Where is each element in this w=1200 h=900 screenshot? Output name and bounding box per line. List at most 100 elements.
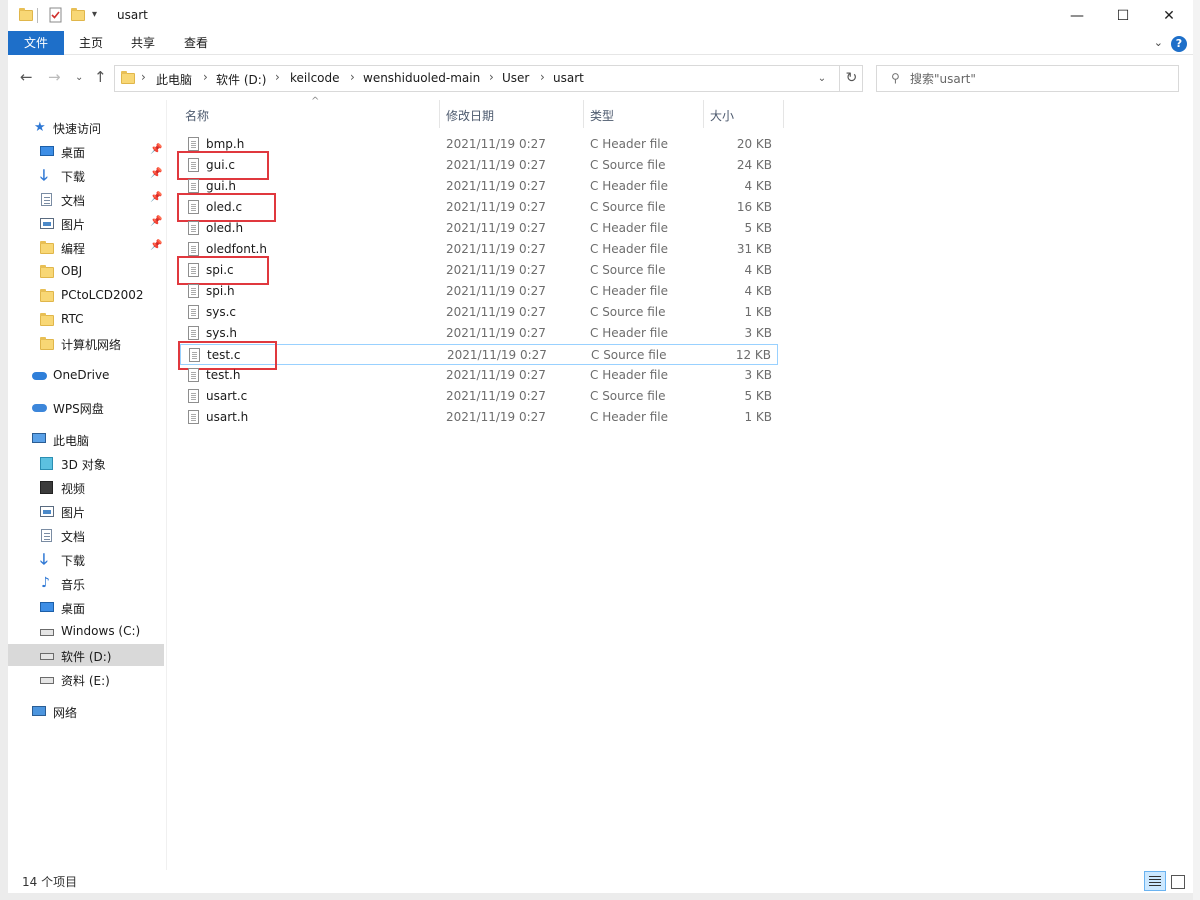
column-header-date[interactable]: 修改日期 <box>446 107 494 124</box>
breadcrumb-keilcode[interactable]: keilcode <box>290 71 340 85</box>
file-row[interactable]: sys.c 2021/11/19 0:27 C Source file 1 KB <box>180 302 778 323</box>
file-row[interactable]: usart.h 2021/11/19 0:27 C Header file 1 KB <box>180 407 778 428</box>
tab-file[interactable]: 文件 <box>8 31 64 55</box>
sidebar-item-quick-access[interactable]: ★ 快速访问 <box>8 116 164 138</box>
minimize-button[interactable]: — <box>1054 0 1100 31</box>
file-date: 2021/11/19 0:27 <box>446 158 546 172</box>
sidebar-item-this-pc[interactable]: 此电脑 <box>8 428 164 450</box>
breadcrumb-usart[interactable]: usart <box>553 71 584 85</box>
sidebar-item-pc-pictures[interactable]: 图片 <box>8 500 164 522</box>
file-row[interactable]: spi.h 2021/11/19 0:27 C Header file 4 KB <box>180 281 778 302</box>
file-name: oled.h <box>206 221 244 235</box>
breadcrumb-separator[interactable]: › <box>203 70 208 84</box>
breadcrumb-drive-d[interactable]: 软件 (D:) <box>216 71 266 88</box>
breadcrumb-this-pc[interactable]: 此电脑 <box>156 71 192 88</box>
file-row[interactable]: spi.c 2021/11/19 0:27 C Source file 4 KB <box>177 256 778 285</box>
sidebar-item-pc-documents[interactable]: 文档 <box>8 524 164 546</box>
breadcrumb-separator[interactable]: › <box>540 70 545 84</box>
column-separator[interactable] <box>583 100 584 128</box>
forward-arrow-icon[interactable]: → <box>48 68 61 86</box>
tab-home[interactable]: 主页 <box>64 31 118 55</box>
sidebar-item-pictures[interactable]: 图片 📌 <box>8 212 164 234</box>
customize-qa-icon[interactable]: ▾ <box>92 9 108 25</box>
file-row[interactable]: bmp.h 2021/11/19 0:27 C Header file 20 KB <box>180 134 778 155</box>
column-separator[interactable] <box>783 100 784 128</box>
refresh-icon[interactable]: ↻ <box>839 66 863 91</box>
sidebar-item-drive-e[interactable]: 资料 (E:) <box>8 668 164 690</box>
help-icon[interactable]: ? <box>1171 36 1187 52</box>
pin-icon[interactable]: 📌 <box>150 144 162 155</box>
breadcrumb-separator[interactable]: › <box>489 70 494 84</box>
up-arrow-icon[interactable]: ↑ <box>94 68 107 86</box>
file-type: C Source file <box>590 200 666 214</box>
file-row[interactable]: oledfont.h 2021/11/19 0:27 C Header file 31… <box>180 239 778 260</box>
sidebar-item-label: PCtoLCD2002 <box>61 288 144 302</box>
sidebar-item-label: 桌面 <box>61 602 86 616</box>
sidebar-item-music[interactable]: ♪ 音乐 <box>8 572 164 594</box>
breadcrumb-separator[interactable]: › <box>350 70 355 84</box>
properties-icon[interactable] <box>48 7 64 23</box>
new-folder-icon[interactable] <box>70 7 86 23</box>
sidebar-item-label: OneDrive <box>53 368 110 382</box>
sidebar-item-3d-objects[interactable]: 3D 对象 <box>8 452 164 474</box>
pin-icon[interactable]: 📌 <box>150 192 162 203</box>
file-size: 3 KB <box>744 326 772 340</box>
sidebar-item-label: 桌面 <box>61 146 86 160</box>
column-header-type[interactable]: 类型 <box>590 107 614 124</box>
details-view-icon[interactable] <box>1144 871 1166 891</box>
file-row[interactable]: test.h 2021/11/19 0:27 C Header file 3 KB <box>180 365 778 386</box>
expand-ribbon-chevron-icon[interactable]: ⌄ <box>1154 36 1163 49</box>
pin-icon[interactable]: 📌 <box>150 216 162 227</box>
sidebar-item-documents[interactable]: 文档 📌 <box>8 188 164 210</box>
sidebar-item-downloads[interactable]: 🡓 下载 📌 <box>8 164 164 186</box>
breadcrumb-project[interactable]: wenshiduoled-main <box>363 71 480 85</box>
item-count: 14 个项目 <box>22 875 78 889</box>
desktop-icon <box>40 146 54 156</box>
search-box[interactable]: ⚲ <box>876 65 1179 92</box>
file-type: C Header file <box>590 284 668 298</box>
tab-view[interactable]: 查看 <box>169 31 223 55</box>
large-icons-view-icon[interactable] <box>1168 872 1186 890</box>
sidebar-item-networking[interactable]: 计算机网络 <box>8 332 164 354</box>
search-input[interactable] <box>910 70 1170 88</box>
sidebar-item-pc-downloads[interactable]: 🡓 下载 <box>8 548 164 570</box>
breadcrumb-user[interactable]: User <box>502 71 529 85</box>
sidebar-item-network[interactable]: 网络 <box>8 700 164 722</box>
pin-icon[interactable]: 📌 <box>150 240 162 251</box>
column-header-name[interactable]: 名称 <box>185 107 209 124</box>
sidebar-item-drive-d[interactable]: 软件 (D:) <box>8 644 164 666</box>
file-row[interactable]: gui.c 2021/11/19 0:27 C Source file 24 KB <box>177 151 778 180</box>
pin-icon[interactable]: 📌 <box>150 168 162 179</box>
tab-share[interactable]: 共享 <box>116 31 170 55</box>
column-separator[interactable] <box>439 100 440 128</box>
sidebar-item-label: 3D 对象 <box>61 458 106 472</box>
file-row[interactable]: oled.h 2021/11/19 0:27 C Header file 5 KB <box>180 218 778 239</box>
file-row[interactable]: usart.c 2021/11/19 0:27 C Source file 5 KB <box>180 386 778 407</box>
sidebar-item-pctolcd2002[interactable]: PCtoLCD2002 <box>8 284 164 306</box>
sidebar-item-obj[interactable]: OBJ <box>8 260 164 282</box>
folder-icon[interactable] <box>18 7 34 23</box>
file-name: sys.c <box>206 305 237 319</box>
maximize-button[interactable]: ☐ <box>1100 0 1146 31</box>
sidebar-item-wps[interactable]: WPS网盘 <box>8 396 164 418</box>
file-row[interactable]: oled.c 2021/11/19 0:27 C Source file 16 KB <box>177 193 778 222</box>
address-dropdown-icon[interactable]: ⌄ <box>811 68 833 89</box>
file-row[interactable]: test.c 2021/11/19 0:27 C Source file 12 KB <box>178 341 778 370</box>
close-button[interactable]: ✕ <box>1146 0 1192 31</box>
sidebar-item-label: 快速访问 <box>53 122 102 136</box>
sidebar-item-drive-c[interactable]: Windows (C:) <box>8 620 164 642</box>
sidebar-item-videos[interactable]: 视频 <box>8 476 164 498</box>
column-header-size[interactable]: 大小 <box>710 107 734 124</box>
sidebar-item-pc-desktop[interactable]: 桌面 <box>8 596 164 618</box>
file-icon <box>188 305 199 319</box>
back-arrow-icon[interactable]: ← <box>20 68 33 86</box>
file-date: 2021/11/19 0:27 <box>446 221 546 235</box>
sidebar-item-desktop[interactable]: 桌面 📌 <box>8 140 164 162</box>
address-bar[interactable]: › 此电脑 › 软件 (D:) › keilcode › wenshiduole… <box>114 65 863 92</box>
sidebar-item-onedrive[interactable]: OneDrive <box>8 364 164 386</box>
breadcrumb-separator[interactable]: › <box>275 70 280 84</box>
sidebar-item-rtc[interactable]: RTC <box>8 308 164 330</box>
recent-locations-chevron-icon[interactable]: ⌄ <box>75 72 83 83</box>
column-separator[interactable] <box>703 100 704 128</box>
sidebar-item-programming[interactable]: 编程 📌 <box>8 236 164 258</box>
